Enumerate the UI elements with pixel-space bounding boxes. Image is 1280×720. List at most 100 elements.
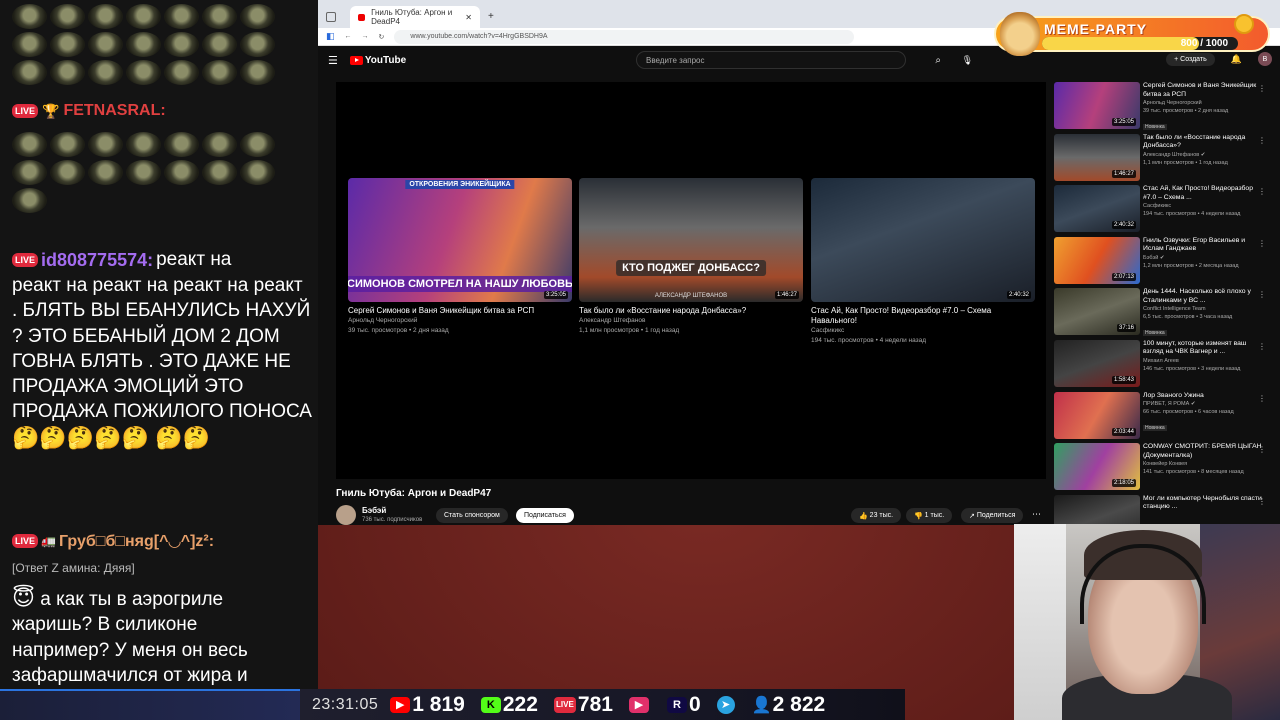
sidebar-video-item[interactable]: 2:03:44 Лор Званого Ужина ПРИВЕТ, Я РОМА ✔… bbox=[1054, 391, 1272, 444]
endscreen-meta: 1,1 млн просмотров • 1 год назад bbox=[579, 327, 680, 334]
menu-icon[interactable]: ☰ bbox=[328, 54, 338, 67]
sidebar-video-title[interactable]: День 1444. Насколько всё плохо у Сталинк… bbox=[1143, 288, 1263, 305]
endscreen-thumbnail[interactable]: ОТКРОВЕНИЯ ЭНИКЕЙЩИКА СИМОНОВ СМОТРЕЛ НА… bbox=[348, 178, 572, 302]
more-options-icon[interactable]: ⋮ bbox=[1258, 187, 1266, 196]
youtube-logo[interactable]: YouTube bbox=[349, 55, 406, 66]
more-options-icon[interactable]: ⋮ bbox=[1258, 497, 1266, 506]
chat-username[interactable]: id808775574: bbox=[41, 250, 153, 271]
telegram-viewers: ➤ bbox=[716, 695, 737, 714]
sidebar-video-title[interactable]: Сергей Симонов и Ваня Эникейщик битва за… bbox=[1143, 82, 1263, 99]
sidebar-channel-name[interactable]: Арнольд Черногорский bbox=[1143, 99, 1263, 107]
chat-header-grub: LIVE 🚛 Груб□б□няg[^◡^]z²: bbox=[12, 531, 214, 551]
endscreen-channel[interactable]: Александр Штефанов bbox=[579, 316, 803, 326]
search-input[interactable]: Введите запрос ⌕ 🎙 bbox=[636, 51, 973, 69]
url-field[interactable]: www.youtube.com/watch?v=4HrgGBSDH9A bbox=[394, 29, 855, 44]
thumbnail-caption-top: ОТКРОВЕНИЯ ЭНИКЕЙЩИКА bbox=[405, 180, 515, 189]
sidebar-video-title[interactable]: Мог ли компьютер Чернобыля спасти станци… bbox=[1143, 495, 1263, 512]
sidebar-video-item[interactable]: 2:18:05 CONWAY СМОТРИТ: БРЕМЯ ЦЫГАН (Доку… bbox=[1054, 443, 1272, 495]
more-options-icon[interactable]: ⋮ bbox=[1258, 84, 1266, 93]
thumbnail-caption: КТО ПОДЖЕГ ДОНБАСС? bbox=[616, 260, 766, 276]
more-options-icon[interactable]: ⋮ bbox=[1258, 394, 1266, 403]
telegram-icon: ➤ bbox=[716, 695, 735, 714]
microphone-icon[interactable]: 🎙 bbox=[962, 55, 973, 66]
endscreen-title[interactable]: Так было ли «Восстание народа Донбасса»? bbox=[579, 306, 803, 316]
endscreen-thumbnail[interactable]: 2:40:32 bbox=[811, 178, 1035, 302]
channel-name[interactable]: Бэбэй bbox=[362, 506, 386, 515]
emote-icon bbox=[12, 4, 47, 29]
sidebar-thumbnail[interactable]: 2:18:05 bbox=[1054, 443, 1140, 491]
sidebar-channel-name[interactable]: Бэбэй ✔ bbox=[1143, 254, 1263, 262]
close-tab-icon[interactable]: ✕ bbox=[465, 13, 472, 22]
endscreen-title[interactable]: Стас Ай, Как Просто! Видеоразбор #7.0 – … bbox=[811, 306, 1035, 326]
sidebar-toggle-icon[interactable]: ◧ bbox=[326, 31, 335, 42]
sidebar-video-item[interactable]: 1:58:43 100 минут, которые изменят ваш вз… bbox=[1054, 339, 1272, 392]
endscreen-channel[interactable]: Сасфикикс bbox=[811, 326, 1035, 336]
sidebar-channel-name[interactable]: Михаил Агеев bbox=[1143, 357, 1263, 365]
sidebar-video-title[interactable]: 100 минут, которые изменят ваш взгляд на… bbox=[1143, 340, 1263, 357]
sidebar-thumbnail[interactable] bbox=[1054, 494, 1140, 525]
endscreen-card-3[interactable]: 2:40:32 Стас Ай, Как Просто! Видеоразбор… bbox=[811, 178, 1035, 346]
sidebar-thumbnail[interactable]: 3:25:05 bbox=[1054, 82, 1140, 129]
sidebar-video-item[interactable]: 3:25:05 Сергей Симонов и Ваня Эникейщик б… bbox=[1054, 82, 1272, 134]
clock: 23:31:05 bbox=[312, 695, 379, 713]
channel-avatar[interactable] bbox=[336, 505, 356, 525]
dislike-button[interactable]: 👎 1 тыс. bbox=[906, 508, 953, 523]
sidebar-thumbnail[interactable]: 37:16 bbox=[1054, 288, 1140, 336]
vklive-viewer-count: 781 bbox=[577, 692, 613, 716]
tab-active[interactable]: Гниль Ютуба: Аргон и DeadP4 ✕ bbox=[350, 6, 480, 28]
search-icon[interactable]: ⌕ bbox=[935, 55, 941, 66]
chat-username[interactable]: FETNASRAL: bbox=[63, 102, 165, 120]
sidebar-video-item[interactable]: 2:07:13 Гниль Озвучки: Егор Васильев и Ис… bbox=[1054, 236, 1272, 289]
new-badge: Новинка bbox=[1143, 330, 1167, 337]
forward-icon[interactable]: → bbox=[362, 33, 369, 40]
sidebar-channel-name[interactable]: Сасфикикс bbox=[1143, 202, 1263, 210]
subscribe-button[interactable]: Подписаться bbox=[516, 508, 574, 523]
sidebar-thumbnail[interactable]: 2:40:32 bbox=[1054, 185, 1140, 233]
youtube-play-icon bbox=[349, 55, 363, 65]
total-viewers: 👤 2 822 bbox=[752, 693, 826, 717]
endscreen-card-2[interactable]: КТО ПОДЖЕГ ДОНБАСС? АЛЕКСАНДР ШТЕФАНОВ 1… bbox=[579, 178, 803, 336]
more-options-icon[interactable]: ⋮ bbox=[1258, 342, 1266, 351]
create-button[interactable]: + Создать bbox=[1166, 52, 1215, 66]
sidebar-video-title[interactable]: Так было ли «Восстание народа Донбасса»? bbox=[1143, 134, 1263, 151]
notifications-bell-icon[interactable]: 🔔 bbox=[1231, 54, 1242, 65]
endscreen-channel[interactable]: Арнольд Черногорский bbox=[348, 316, 572, 326]
workspace-icon[interactable] bbox=[326, 12, 336, 22]
reload-icon[interactable]: ↻ bbox=[379, 33, 385, 41]
new-tab-icon[interactable]: + bbox=[488, 11, 494, 22]
sidebar-channel-name[interactable]: Conflict Intelligence Team bbox=[1143, 305, 1263, 313]
sidebar-thumbnail[interactable]: 1:58:43 bbox=[1054, 339, 1140, 387]
account-avatar[interactable]: В bbox=[1258, 52, 1272, 66]
share-button[interactable]: ↗ Поделиться bbox=[961, 508, 1024, 523]
sponsor-button[interactable]: Стать спонсором bbox=[436, 508, 508, 523]
sidebar-video-info: Сергей Симонов и Ваня Эникейщик битва за… bbox=[1143, 82, 1263, 133]
endscreen-card-1[interactable]: ОТКРОВЕНИЯ ЭНИКЕЙЩИКА СИМОНОВ СМОТРЕЛ НА… bbox=[348, 178, 572, 336]
sidebar-channel-name[interactable]: ПРИВЕТ, Я РОМА ✔ bbox=[1143, 400, 1263, 408]
endscreen-thumbnail[interactable]: КТО ПОДЖЕГ ДОНБАСС? АЛЕКСАНДР ШТЕФАНОВ 1… bbox=[579, 178, 803, 302]
sidebar-thumbnail[interactable]: 1:46:27 bbox=[1054, 133, 1140, 181]
like-button[interactable]: 👍 23 тыс. bbox=[851, 508, 902, 523]
sidebar-thumbnail[interactable]: 2:03:44 bbox=[1054, 391, 1140, 439]
chat-username[interactable]: Груб□б□няg[^◡^]z²: bbox=[59, 531, 214, 551]
more-actions-icon[interactable]: ⋯ bbox=[1032, 509, 1041, 520]
sidebar-video-title[interactable]: Стас Ай, Как Просто! Видеоразбор #7.0 – … bbox=[1143, 185, 1263, 202]
sidebar-thumbnail[interactable]: 2:07:13 bbox=[1054, 236, 1140, 284]
more-options-icon[interactable]: ⋮ bbox=[1258, 239, 1266, 248]
endscreen-meta: 194 тыс. просмотров • 4 недели назад bbox=[811, 337, 927, 344]
sidebar-video-item[interactable]: 37:16 День 1444. Насколько всё плохо у Ст… bbox=[1054, 288, 1272, 340]
sidebar-video-item[interactable]: Мог ли компьютер Чернобыля спасти станци… bbox=[1054, 494, 1272, 525]
more-options-icon[interactable]: ⋮ bbox=[1258, 290, 1266, 299]
back-icon[interactable]: ← bbox=[345, 33, 352, 40]
sidebar-video-item[interactable]: 2:40:32 Стас Ай, Как Просто! Видеоразбор … bbox=[1054, 185, 1272, 237]
endscreen-title[interactable]: Сергей Симонов и Ваня Эникейщик битва за… bbox=[348, 306, 572, 316]
sidebar-video-title[interactable]: Гниль Озвучки: Егор Васильев и Ислам Ган… bbox=[1143, 237, 1263, 254]
more-options-icon[interactable]: ⋮ bbox=[1258, 136, 1266, 145]
more-options-icon[interactable]: ⋮ bbox=[1258, 445, 1266, 454]
video-player[interactable]: ОТКРОВЕНИЯ ЭНИКЕЙЩИКА СИМОНОВ СМОТРЕЛ НА… bbox=[336, 82, 1046, 479]
sidebar-channel-name[interactable]: Конвейер Конвея bbox=[1143, 460, 1263, 468]
like-count: 23 тыс. bbox=[869, 512, 894, 519]
sidebar-channel-name[interactable]: Александр Штефанов ✔ bbox=[1143, 151, 1263, 159]
sidebar-video-title[interactable]: Лор Званого Ужина bbox=[1143, 392, 1263, 401]
sidebar-video-title[interactable]: CONWAY СМОТРИТ: БРЕМЯ ЦЫГАН (Документалк… bbox=[1143, 443, 1263, 460]
sidebar-video-item[interactable]: 1:46:27 Так было ли «Восстание народа Дон… bbox=[1054, 133, 1272, 186]
